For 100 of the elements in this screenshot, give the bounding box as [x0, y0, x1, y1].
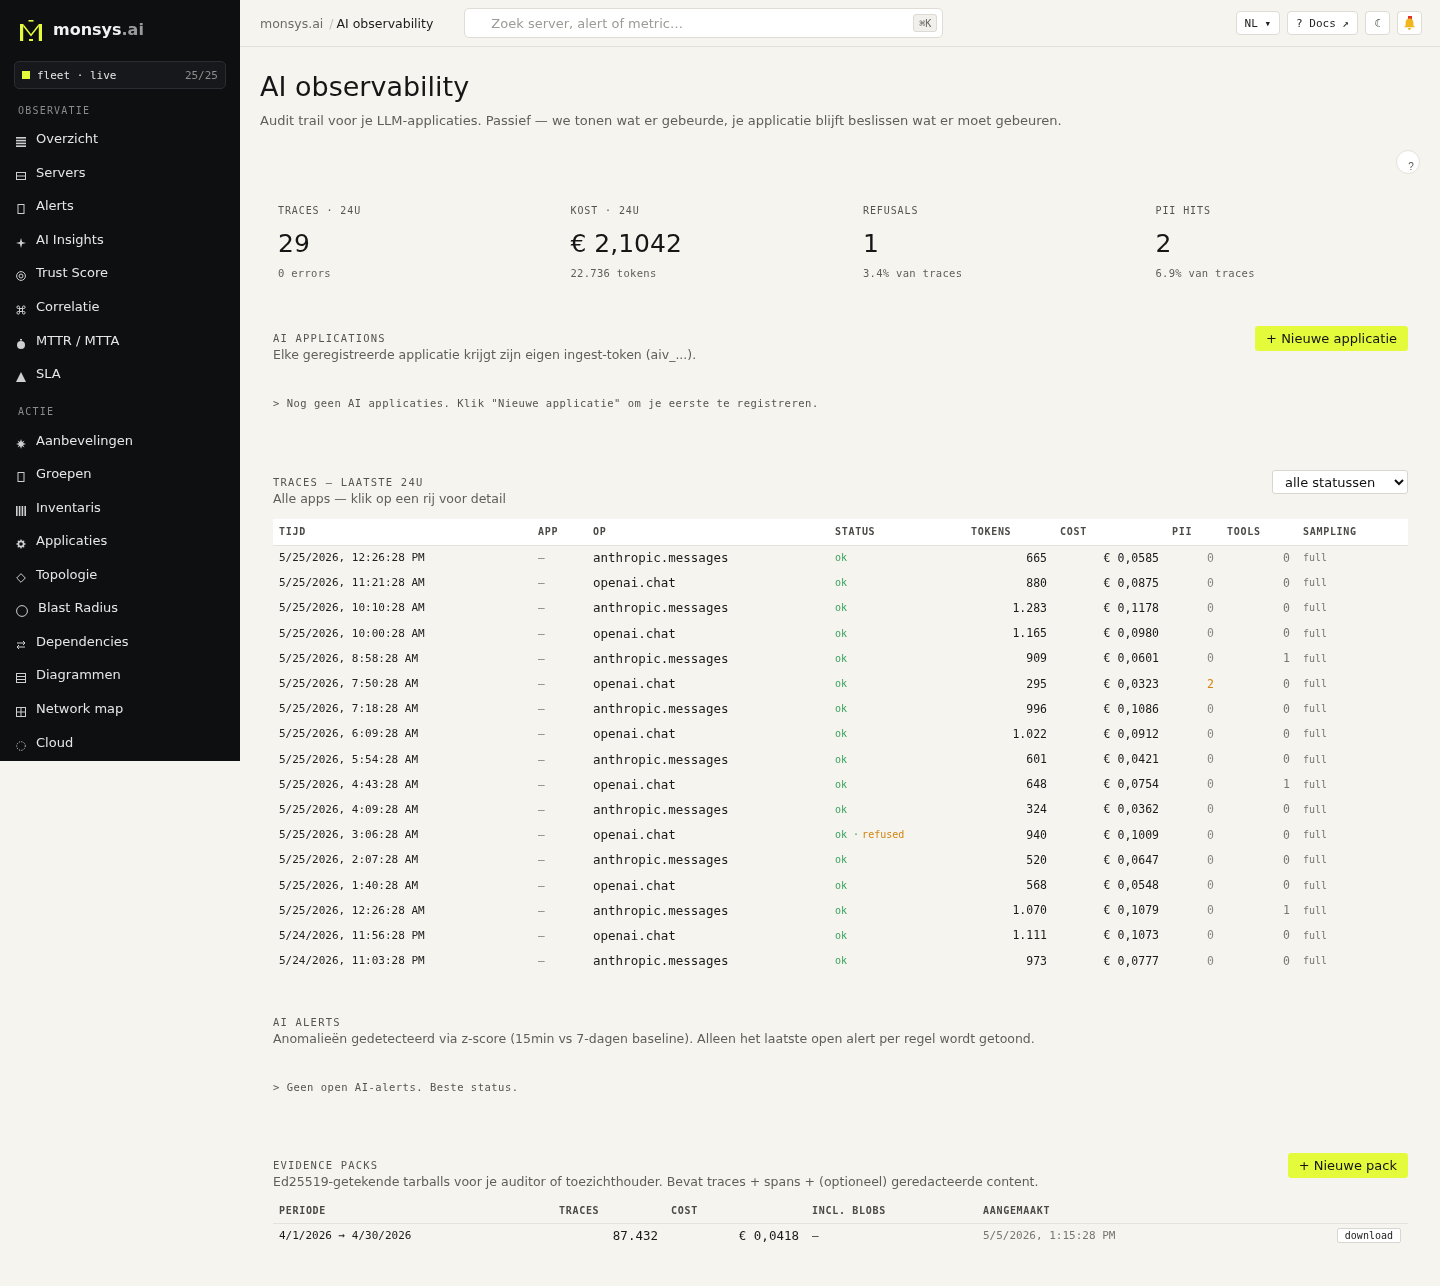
status-filter-select[interactable]: alle statussen: [1272, 470, 1408, 494]
docs-button[interactable]: ? Docs ↗: [1287, 11, 1358, 35]
nav-item[interactable]: Network map: [14, 691, 226, 726]
tokens-cell-text: 1.111: [1011, 927, 1048, 945]
lined-square-icon: [16, 673, 26, 684]
app-cell-text: —: [537, 650, 546, 667]
stat-label: PII HITS: [1155, 204, 1212, 218]
nav-item[interactable]: Trust Score: [14, 256, 226, 290]
nav-item[interactable]: Cloud: [14, 725, 226, 759]
sampling-cell-text: full: [1302, 928, 1329, 943]
cost-cell-text: € 0,0548: [1102, 877, 1160, 895]
nav-item[interactable]: Dependencies: [14, 624, 226, 659]
status-cell-text: ok: [834, 702, 849, 717]
cost-cell-text: € 0,0647: [1102, 851, 1160, 869]
cost-cell-text: € 0,0362: [1102, 801, 1160, 819]
tools-cell-text: 0: [1282, 700, 1291, 718]
period-cell: 4/1/2026 → 4/30/2026: [273, 1223, 553, 1249]
nav-item[interactable]: Inventaris: [14, 490, 226, 524]
app-cell-text: —: [537, 676, 546, 693]
time-cell-text: 5/25/2026, 1:40:28 AM: [278, 877, 420, 894]
nav-item[interactable]: Topologie: [14, 557, 226, 592]
brand-name: monsys.ai: [53, 20, 144, 40]
tokens-cell-text: 1.022: [1011, 725, 1048, 743]
pii-cell-text: 0: [1206, 826, 1215, 844]
download-button[interactable]: download: [1336, 1228, 1401, 1244]
status-cell-text: ok: [834, 954, 849, 969]
stat-note: 22.736 tokens: [570, 266, 658, 280]
horizontal-stripes-icon: [16, 137, 26, 148]
tools-cell-text: 1: [1282, 902, 1291, 920]
status-cell-text: ok: [834, 777, 849, 792]
tokens-cell-text: 880: [1025, 574, 1048, 592]
nav-item[interactable]: SLA: [14, 356, 226, 391]
tools-cell: 0: [1221, 545, 1297, 571]
tools-cell-text: 0: [1282, 826, 1291, 844]
pii-cell-text: 0: [1206, 902, 1215, 920]
tokens-cell-text: 1.070: [1011, 902, 1048, 920]
new-application-button[interactable]: + Nieuwe applicatie: [1255, 326, 1408, 351]
nav-item[interactable]: Diagrammen: [14, 658, 226, 692]
stat-note: 6.9% van traces: [1155, 266, 1256, 280]
app-cell-text: —: [537, 575, 546, 592]
sampling-cell-text: full: [1302, 878, 1329, 893]
nav-item[interactable]: MTTR / MTTA: [14, 323, 226, 357]
status-cell-text: ok: [834, 651, 849, 666]
operation-cell-text: openai.chat: [592, 675, 677, 694]
operation-cell-text: openai.chat: [592, 725, 677, 744]
column-header: SAMPLING: [1297, 519, 1408, 545]
breadcrumb-current: AI observability: [336, 15, 434, 31]
tokens-cell-text: 568: [1025, 877, 1048, 895]
tools-cell-text: 0: [1282, 801, 1291, 819]
nav-section-title: ACTIE: [17, 405, 56, 420]
tools-cell-text: 0: [1282, 952, 1291, 970]
operation-cell-text: openai.chat: [592, 876, 677, 895]
nav-item[interactable]: Overzicht: [14, 122, 226, 156]
nav-item[interactable]: Correlatie: [14, 289, 226, 324]
language-button[interactable]: NL ▾: [1235, 11, 1280, 35]
time-cell-text: 5/25/2026, 10:10:28 AM: [278, 600, 426, 617]
nav-item[interactable]: Aanbevelingen: [14, 423, 226, 457]
rectangle-icon: [16, 472, 26, 483]
column-header: APP: [532, 519, 587, 545]
operation-cell-text: anthropic.messages: [592, 649, 730, 668]
pii-cell-text: 2: [1206, 675, 1215, 693]
status-square-icon: [22, 71, 30, 79]
help-button[interactable]: ?: [1396, 150, 1420, 174]
tools-cell-text: 0: [1282, 751, 1291, 769]
nav-item[interactable]: Blast Radius: [14, 591, 226, 625]
nav-item[interactable]: AI Insights: [14, 222, 226, 257]
status-cell-text: ok: [834, 878, 849, 893]
notifications-button[interactable]: [1397, 11, 1422, 35]
sampling-cell-text: full: [1302, 777, 1329, 792]
status-cell-text: ok · refused: [834, 828, 906, 843]
breadcrumb-link[interactable]: monsys.ai: [260, 15, 324, 31]
pii-cell-text: 0: [1206, 927, 1215, 945]
time-cell-text: 5/25/2026, 11:21:28 AM: [278, 575, 426, 592]
stat-value: 1: [863, 228, 880, 260]
tokens-cell-text: 648: [1025, 776, 1048, 794]
column-header: TRACES: [553, 1199, 665, 1224]
new-pack-button[interactable]: + Nieuwe pack: [1287, 1153, 1408, 1179]
rectangle-icon: [16, 204, 26, 215]
tools-cell-text: 0: [1282, 725, 1291, 743]
column-header: STATUS: [829, 519, 965, 545]
nav-item[interactable]: Servers: [14, 155, 226, 190]
triangle-icon: [16, 372, 26, 383]
cost-cell-text: € 0,0601: [1102, 650, 1160, 668]
column-header: TIJD: [273, 519, 532, 545]
nav-item[interactable]: Groepen: [14, 456, 226, 491]
status-cell-text: ok: [834, 853, 849, 868]
tokens-cell-text: 940: [1025, 826, 1048, 844]
app-cell-text: —: [537, 852, 546, 869]
nav-item[interactable]: Applicaties: [14, 524, 226, 558]
time-cell-text: 5/25/2026, 8:58:28 AM: [278, 650, 420, 667]
cost-cell-text: € 0,0754: [1102, 776, 1160, 794]
theme-button[interactable]: ☾: [1365, 11, 1390, 35]
operation-cell-text: anthropic.messages: [592, 901, 730, 920]
nav-item[interactable]: Alerts: [14, 189, 226, 223]
app-cell-text: —: [537, 751, 546, 768]
app-cell-text: —: [537, 927, 546, 944]
page-subtitle: Audit trail voor je LLM-applicaties. Passief — we tonen wat er gebeurde, je applicatie blijft beslissen wat er moet gebeuren.: [260, 112, 1063, 130]
pii-cell-text: 0: [1206, 952, 1215, 970]
bell-icon: [1403, 16, 1416, 30]
stat-note: 0 errors: [278, 266, 332, 280]
